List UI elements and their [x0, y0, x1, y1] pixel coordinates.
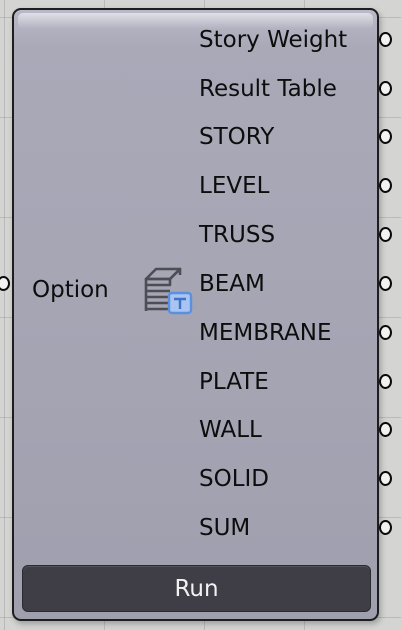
solid-output-grip[interactable]: [379, 471, 392, 486]
output-label-truss: TRUSS: [199, 222, 276, 248]
story-output-grip[interactable]: [379, 129, 392, 144]
membrane-output-grip[interactable]: [379, 325, 392, 340]
sum-output-grip[interactable]: [379, 520, 392, 535]
stacked-floors-table-icon: [144, 267, 193, 315]
output-label-story: STORY: [199, 124, 275, 150]
output-label-story-weight: Story Weight: [199, 27, 348, 53]
output-label-solid: SOLID: [199, 466, 270, 492]
run-button[interactable]: Run: [22, 565, 371, 612]
level-output-grip[interactable]: [379, 178, 392, 193]
plate-output-grip[interactable]: [379, 374, 392, 389]
story-results-component[interactable]: Option Story Weight Result Table STORY L…: [12, 8, 379, 621]
wall-output-grip[interactable]: [379, 422, 392, 437]
result-table-output-grip[interactable]: [379, 81, 392, 96]
story-weight-output-grip[interactable]: [379, 32, 392, 47]
output-label-sum: SUM: [199, 515, 251, 541]
output-label-result-table: Result Table: [199, 76, 337, 102]
output-label-beam: BEAM: [199, 271, 265, 297]
option-input-grip[interactable]: [0, 276, 10, 291]
output-label-wall: WALL: [199, 417, 262, 443]
grasshopper-canvas[interactable]: Option Story Weight Result Table STORY L…: [0, 0, 401, 630]
option-input-label: Option: [32, 277, 109, 303]
output-label-level: LEVEL: [199, 173, 270, 199]
output-label-plate: PLATE: [199, 369, 269, 395]
output-label-membrane: MEMBRANE: [199, 320, 332, 346]
beam-output-grip[interactable]: [379, 276, 392, 291]
truss-output-grip[interactable]: [379, 227, 392, 242]
